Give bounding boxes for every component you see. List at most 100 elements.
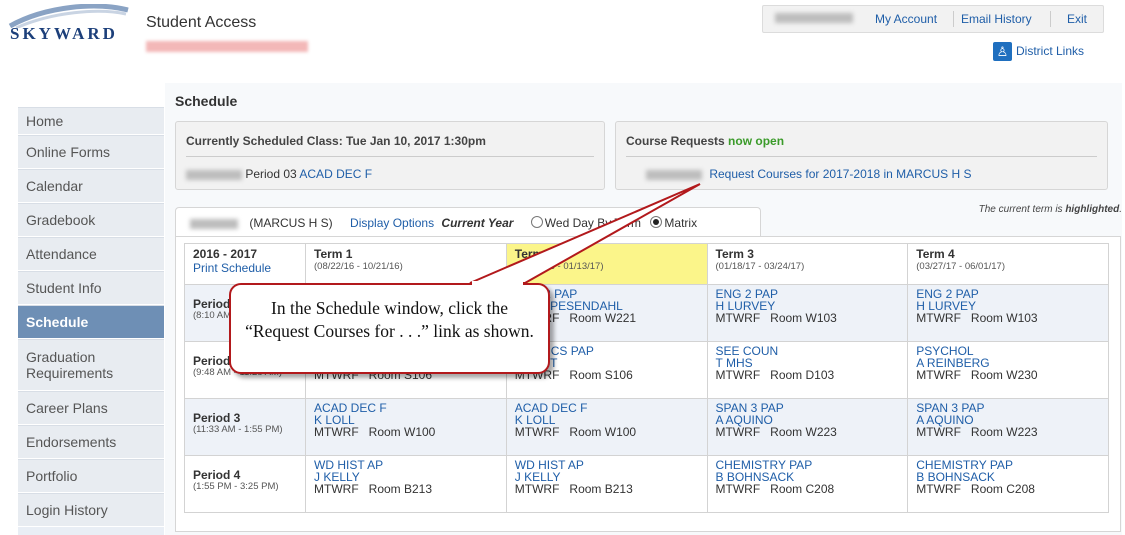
callout-text: In the Schedule window, click the “Reque…	[229, 283, 550, 374]
days-room: MTWRF Room W230	[916, 368, 1038, 382]
my-account-link[interactable]: My Account	[875, 12, 937, 26]
course-requests-label: Course Requests	[626, 134, 725, 148]
class-cell: ENG 2 PAP H LURVEY MTWRF Room W103	[706, 284, 909, 342]
redacted-student-name	[646, 169, 702, 180]
schedule-tab[interactable]: (MARCUS H S) Display Options Current Yea…	[175, 207, 761, 238]
sidebar-item-label: Home	[26, 113, 64, 129]
term-dates: (10/24/16 - 01/13/17)	[514, 261, 604, 272]
request-courses-link[interactable]: Request Courses for 2017-2018 in MARCUS …	[709, 167, 971, 181]
district-links-label: District Links	[1016, 44, 1085, 58]
current-class-box: Currently Scheduled Class: Tue Jan 10, 2…	[175, 121, 605, 190]
divider	[626, 156, 1097, 157]
days-room: MTWRF Room W100	[514, 425, 637, 439]
sidebar-item-label: Login History	[26, 502, 108, 518]
sidebar-item-calendar[interactable]: Calendar	[18, 169, 164, 203]
page-title: Schedule	[175, 93, 238, 109]
term-header-1: Term 1 (08/22/16 - 10/21/16)	[305, 243, 507, 285]
days-room: MTWRF Room W223	[916, 425, 1038, 439]
term-header-2: Term 2 (10/24/16 - 01/13/17)	[505, 243, 708, 285]
course-requests-box: Course Requests now open Request Courses…	[615, 121, 1108, 190]
matrix-view-radio[interactable]	[650, 216, 663, 228]
sidebar-item-home[interactable]: Home	[18, 107, 164, 135]
sidebar-item-label: Calendar	[26, 178, 83, 194]
callout: In the Schedule window, click the “Reque…	[229, 283, 556, 380]
redacted-student-name	[186, 169, 242, 180]
period-name: Period 4	[193, 468, 241, 482]
sidebar-item-label: Graduation Requirements	[26, 349, 114, 381]
sidebar-item-login-history[interactable]: Login History	[18, 493, 164, 527]
days-room: MTWRF Room D103	[715, 368, 835, 382]
days-room: MTWRF Room B213	[314, 482, 433, 496]
exit-link[interactable]: Exit	[1067, 12, 1087, 26]
sidebar-item-label: Attendance	[26, 246, 97, 262]
period-cell: Period 3 (11:33 AM - 1:55 PM)	[184, 398, 306, 456]
sidebar-item-attendance[interactable]: Attendance	[18, 237, 164, 271]
table-row: Period 4 (1:55 PM - 3:25 PM) WD HIST AP J K…	[184, 455, 1109, 513]
sidebar-item-endorsements[interactable]: Endorsements	[18, 425, 164, 459]
term-note-emphasis: highlighted	[1065, 204, 1120, 215]
person-icon: ♙	[993, 42, 1012, 61]
sidebar-item-gradebook[interactable]: Gradebook	[18, 203, 164, 237]
class-cell: ACAD DEC FK LOLL MTWRF Room W100	[305, 398, 507, 456]
skyward-logo: SKYWARD	[6, 4, 136, 54]
sidebar-item-label: Student Info	[26, 280, 102, 296]
class-cell: ACAD DEC FK LOLL MTWRF Room W100	[505, 398, 708, 456]
matrix-view-label: Matrix	[664, 216, 698, 230]
days-room: MTWRF Room C208	[916, 482, 1035, 496]
term-dates: (01/18/17 - 03/24/17)	[715, 261, 805, 272]
table-header-row: 2016 - 2017 Print Schedule Term 1 (08/22/…	[184, 243, 1109, 285]
redacted-student-name	[146, 41, 308, 52]
sidebar-item-portfolio[interactable]: Portfolio	[18, 459, 164, 493]
sidebar-item-label: Gradebook	[26, 212, 96, 228]
term-header-3: Term 3 (01/18/17 - 03/24/17)	[706, 243, 909, 285]
term-dates: (03/27/17 - 06/01/17)	[916, 261, 1005, 272]
class-cell: SPAN 3 PAP A AQUINO MTWRF Room W223	[907, 398, 1109, 456]
print-schedule-link[interactable]: Print Schedule	[193, 261, 271, 275]
sidebar-item-graduation-requirements[interactable]: Graduation Requirements	[18, 339, 164, 391]
term-name: Term 1	[314, 247, 353, 261]
period-time: (11:33 AM - 1:55 PM)	[193, 424, 283, 435]
email-history-link[interactable]: Email History	[961, 12, 1032, 26]
redacted-user-name	[775, 13, 853, 23]
course-requests-title: Course Requests now open	[626, 134, 784, 148]
sidebar-item-student-info[interactable]: Student Info	[18, 271, 164, 305]
period-cell: Period 4 (1:55 PM - 3:25 PM)	[184, 455, 306, 513]
days-room: MTWRF Room W103	[916, 311, 1038, 325]
term-dates: (08/22/16 - 10/21/16)	[314, 261, 403, 272]
divider	[953, 11, 954, 27]
sidebar-item-label: Portfolio	[26, 468, 78, 484]
sidebar-item-label: Endorsements	[26, 434, 117, 450]
sidebar-nav: Home Online Forms Calendar Gradebook Attenda…	[18, 107, 164, 535]
logo-text: SKYWARD	[10, 24, 118, 43]
term-name: Term 2	[514, 247, 554, 261]
app-title: Student Access	[146, 14, 257, 31]
days-room: MTWRF Room C208	[715, 482, 835, 496]
sidebar-item-label: Online Forms	[26, 144, 111, 160]
top-links-bar: My Account Email History Exit	[762, 5, 1104, 33]
now-open-status: now open	[728, 134, 785, 148]
table-row: Period 3 (11:33 AM - 1:55 PM) ACAD DEC FK …	[184, 398, 1109, 456]
class-cell: CHEMISTRY PAP B BOHNSACK MTWRF Room C208	[706, 455, 909, 513]
class-cell: WD HIST AP J KELLY MTWRF Room B213	[305, 455, 507, 513]
school-name: (MARCUS H S)	[249, 216, 333, 230]
class-cell: CHEMISTRY PAP B BOHNSACK MTWRF Room C208	[907, 455, 1109, 513]
period-name: Period 3	[193, 411, 241, 425]
current-year-label: Current Year	[441, 216, 514, 230]
redacted-student-name	[190, 218, 238, 229]
sidebar-item-career-plans[interactable]: Career Plans	[18, 391, 164, 425]
sidebar-item-schedule[interactable]: Schedule	[18, 305, 164, 339]
class-cell: SEE COUN T MHS MTWRF Room D103	[706, 341, 909, 399]
days-room: MTWRF Room B213	[514, 482, 633, 496]
days-room: MTWRF Room W100	[314, 425, 436, 439]
class-cell: ENG 2 PAP H LURVEY MTWRF Room W103	[907, 284, 1109, 342]
term-note-end: .	[1119, 204, 1122, 215]
sidebar-item-label: Career Plans	[26, 400, 108, 416]
sidebar-item-online-forms[interactable]: Online Forms	[18, 135, 164, 169]
display-options-link[interactable]: Display Options	[350, 216, 434, 230]
days-room: MTWRF Room W103	[715, 311, 837, 325]
current-course-link[interactable]: ACAD DEC F	[299, 167, 372, 181]
school-year: 2016 - 2017	[193, 247, 258, 261]
term-view-radio[interactable]	[530, 216, 543, 228]
class-cell: PSYCHOL A REINBERG MTWRF Room W230	[907, 341, 1109, 399]
term-note-text: The current term is	[978, 204, 1066, 215]
